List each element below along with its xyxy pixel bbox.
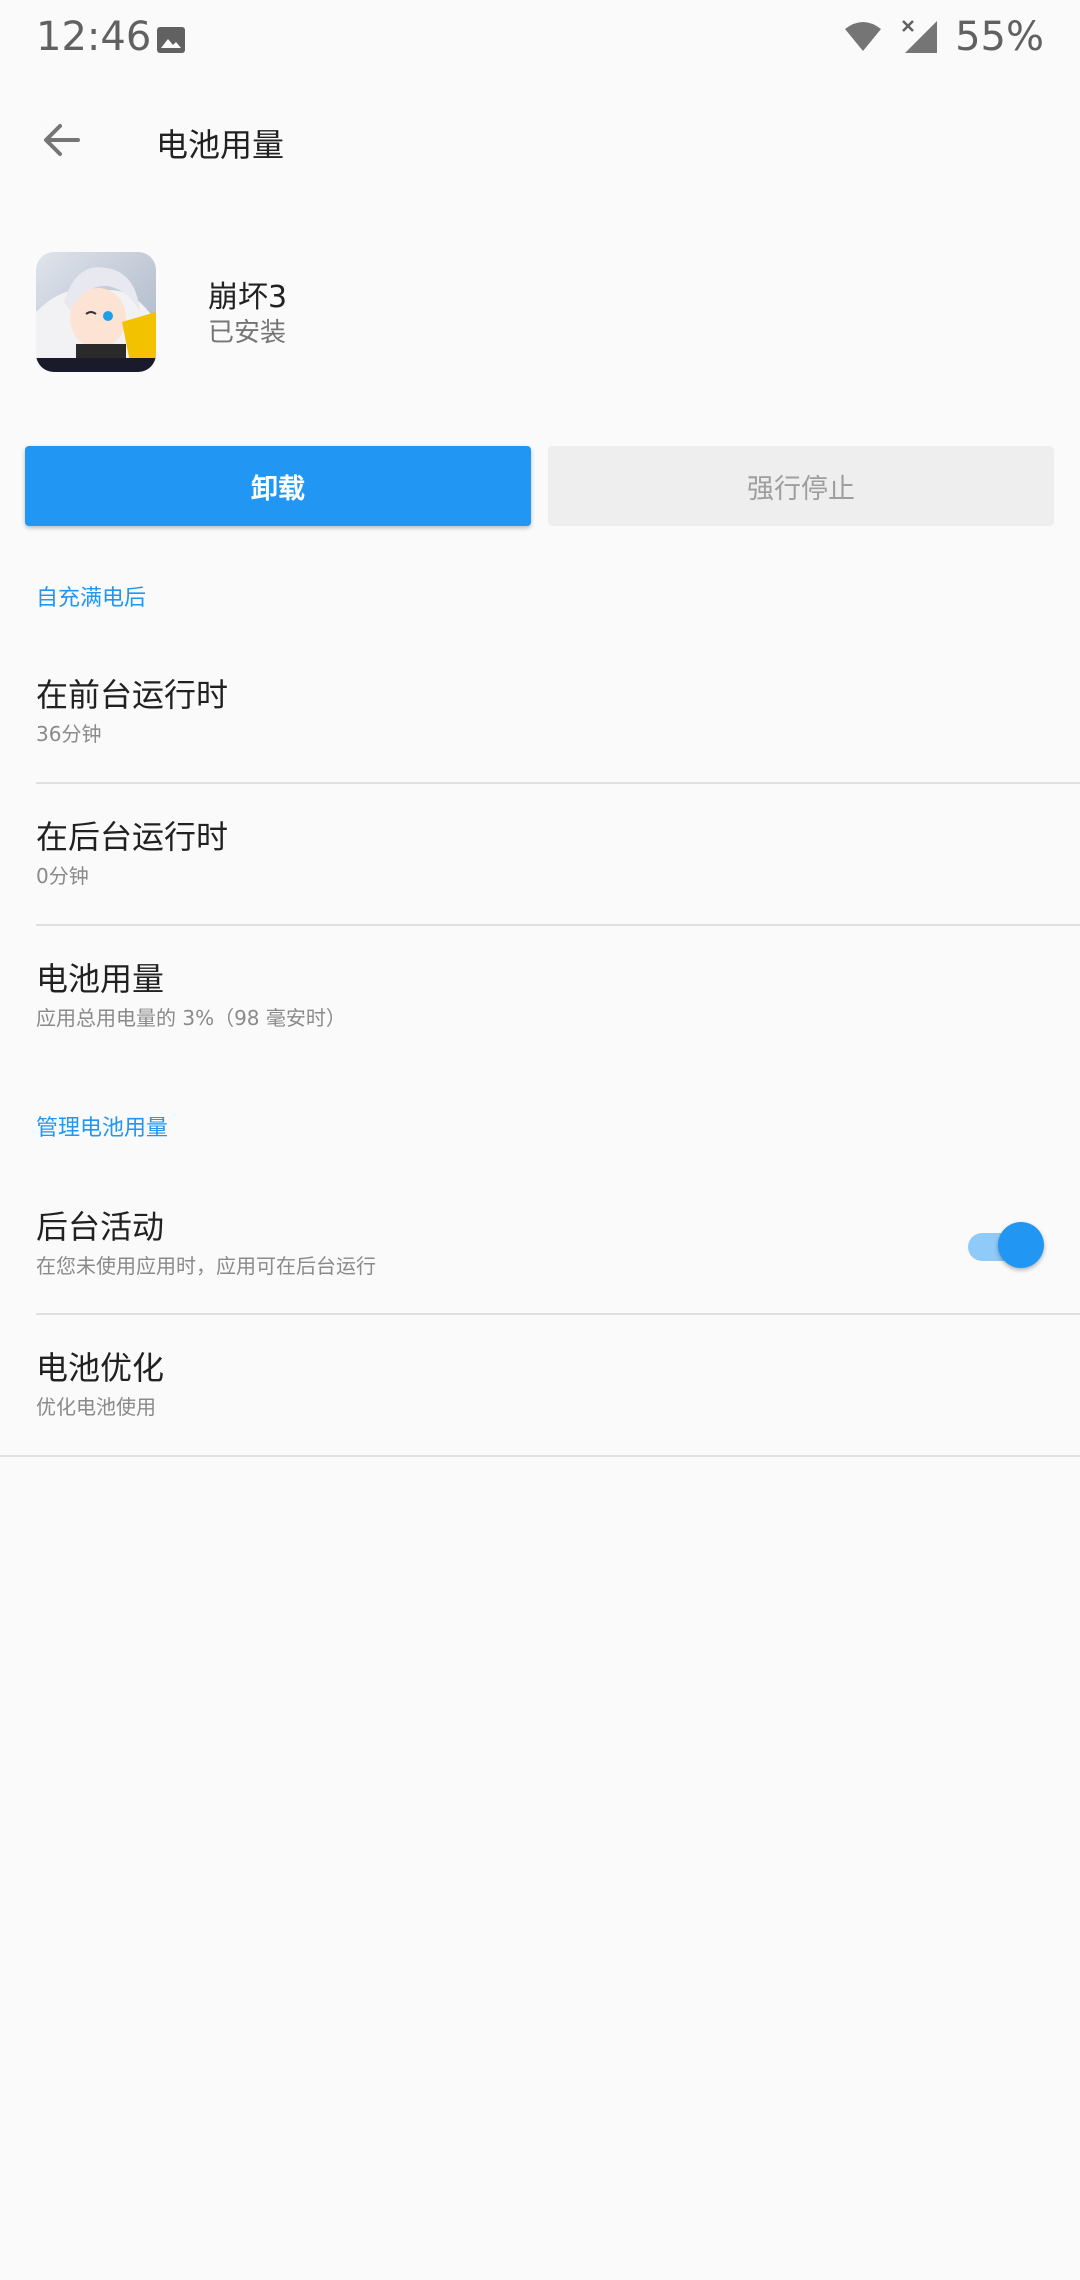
list-item-subtitle: 在您未使用应用时，应用可在后台运行 xyxy=(36,1254,376,1278)
divider xyxy=(0,1455,1080,1457)
section-header-manage-battery: 管理电池用量 xyxy=(36,1116,169,1141)
back-arrow-icon[interactable] xyxy=(36,114,88,166)
list-item-subtitle: 36分钟 xyxy=(36,722,102,746)
image-icon xyxy=(157,27,185,53)
app-name: 崩坏3 xyxy=(208,280,288,315)
cell-signal-icon xyxy=(902,20,938,53)
status-time: 12:46 xyxy=(36,14,152,60)
list-item-title: 后台活动 xyxy=(36,1208,165,1246)
force-stop-button[interactable]: 强行停止 xyxy=(548,446,1054,526)
battery-percent: 55% xyxy=(955,14,1044,60)
list-item-subtitle: 0分钟 xyxy=(36,864,89,888)
app-install-status: 已安装 xyxy=(208,318,287,348)
uninstall-button[interactable]: 卸载 xyxy=(25,446,531,526)
toggle-knob xyxy=(998,1222,1044,1268)
list-item-background-activity[interactable]: 后台活动 在您未使用应用时，应用可在后台运行 xyxy=(0,1172,1080,1314)
wifi-icon xyxy=(845,22,882,51)
list-item-foreground-time[interactable]: 在前台运行时 36分钟 xyxy=(0,640,1080,782)
status-right-group: 55% xyxy=(843,14,1044,60)
app-icon xyxy=(36,252,156,372)
list-item-subtitle: 应用总用电量的 3%（98 毫安时） xyxy=(36,1006,346,1030)
list-item-title: 在后台运行时 xyxy=(36,818,229,856)
background-activity-toggle[interactable] xyxy=(968,1222,1046,1272)
list-item-title: 电池用量 xyxy=(36,960,165,998)
list-item-battery-optimization[interactable]: 电池优化 优化电池使用 xyxy=(0,1313,1080,1455)
list-item-title: 电池优化 xyxy=(36,1349,165,1387)
status-bar: 12:46 55% xyxy=(0,0,1080,80)
toolbar: 电池用量 xyxy=(0,90,1080,190)
list-item-battery-usage[interactable]: 电池用量 应用总用电量的 3%（98 毫安时） xyxy=(0,924,1080,1066)
list-item-subtitle: 优化电池使用 xyxy=(36,1395,156,1419)
list-item-title: 在前台运行时 xyxy=(36,676,229,714)
section-header-since-charge: 自充满电后 xyxy=(36,586,147,611)
page-title: 电池用量 xyxy=(156,126,285,164)
list-item-background-time[interactable]: 在后台运行时 0分钟 xyxy=(0,782,1080,924)
